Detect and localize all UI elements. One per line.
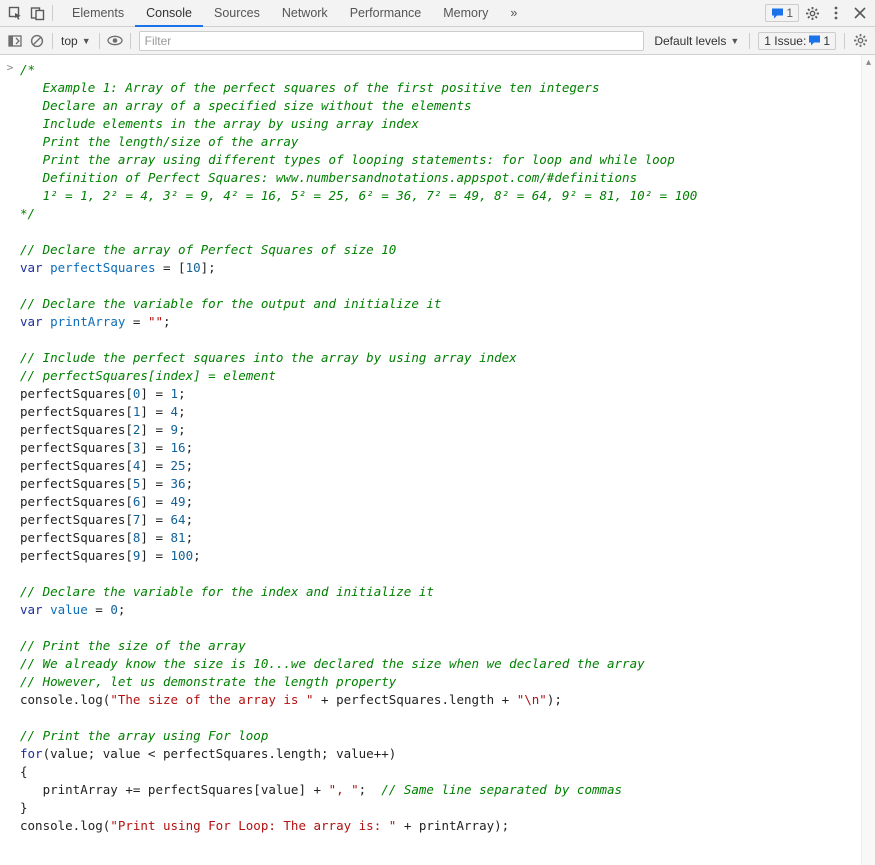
messages-count: 1: [786, 6, 793, 20]
number: 81: [171, 530, 186, 545]
comment: // perfectSquares[index] = element: [20, 368, 276, 383]
settings-gear-icon[interactable]: [801, 2, 823, 24]
number: 4: [171, 404, 179, 419]
comment: 1² = 1, 2² = 4, 3² = 9, 4² = 16, 5² = 25…: [20, 188, 697, 203]
identifier: printArray: [50, 314, 125, 329]
comment: // Print the size of the array: [20, 638, 246, 653]
comment: Include elements in the array by using a…: [20, 116, 419, 131]
context-selector[interactable]: top ▼: [57, 34, 95, 48]
keyword: var: [20, 260, 43, 275]
separator: [99, 33, 100, 49]
dropdown-triangle-icon: ▼: [82, 36, 91, 46]
tab-overflow[interactable]: »: [499, 0, 528, 27]
string: "\n": [517, 692, 547, 707]
issues-count: 1: [823, 34, 830, 48]
scroll-up-arrow-icon[interactable]: ▴: [862, 57, 875, 68]
identifier: perfectSquares: [50, 260, 155, 275]
toggle-sidebar-icon[interactable]: [4, 30, 26, 52]
separator: [844, 33, 845, 49]
comment: /*: [20, 62, 35, 77]
separator: [52, 5, 53, 21]
tab-memory[interactable]: Memory: [432, 0, 499, 27]
device-toggle-icon[interactable]: [26, 2, 48, 24]
string: ", ": [329, 782, 359, 797]
live-expression-icon[interactable]: [104, 30, 126, 52]
number: 7: [133, 512, 141, 527]
number: 9: [171, 422, 179, 437]
number: 64: [171, 512, 186, 527]
tab-network[interactable]: Network: [271, 0, 339, 27]
console-settings-gear-icon[interactable]: [849, 30, 871, 52]
number: 5: [133, 476, 141, 491]
main-tabs: Elements Console Sources Network Perform…: [61, 0, 765, 27]
number: 36: [171, 476, 186, 491]
number: 9: [133, 548, 141, 563]
comment: // Include the perfect squares into the …: [20, 350, 517, 365]
comment: Example 1: Array of the perfect squares …: [20, 80, 599, 95]
number: 4: [133, 458, 141, 473]
number: 25: [171, 458, 186, 473]
close-devtools-icon[interactable]: [849, 2, 871, 24]
number: 100: [171, 548, 194, 563]
tab-sources[interactable]: Sources: [203, 0, 271, 27]
tab-elements[interactable]: Elements: [61, 0, 135, 27]
number: 0: [133, 386, 141, 401]
comment: Print the length/size of the array: [20, 134, 298, 149]
messages-badge[interactable]: 1: [765, 4, 799, 22]
number: 16: [171, 440, 186, 455]
number: 1: [171, 386, 179, 401]
comment: // Print the array using For loop: [20, 728, 268, 743]
number: 49: [171, 494, 186, 509]
console-body: > /* Example 1: Array of the perfect squ…: [0, 55, 875, 865]
kebab-menu-icon[interactable]: [825, 2, 847, 24]
comment: Print the array using different types of…: [20, 152, 675, 167]
keyword: var: [20, 314, 43, 329]
identifier: value: [50, 602, 88, 617]
clear-console-icon[interactable]: [26, 30, 48, 52]
number: 1: [133, 404, 141, 419]
comment: // Declare the variable for the index an…: [20, 584, 434, 599]
console-toolbar: top ▼ Default levels ▼ 1 Issue: 1: [0, 27, 875, 55]
context-label: top: [61, 34, 78, 48]
string: "The size of the array is ": [110, 692, 313, 707]
filter-input[interactable]: [139, 31, 645, 51]
separator: [749, 33, 750, 49]
number: 3: [133, 440, 141, 455]
separator: [52, 33, 53, 49]
vertical-scrollbar[interactable]: ▴: [861, 55, 875, 865]
inspect-icon[interactable]: [4, 2, 26, 24]
number: 10: [186, 260, 201, 275]
keyword: for: [20, 746, 43, 761]
prompt-gutter: >: [0, 55, 20, 865]
string: "Print using For Loop: The array is: ": [110, 818, 396, 833]
comment: // Same line separated by commas: [381, 782, 622, 797]
log-levels-selector[interactable]: Default levels ▼: [648, 34, 745, 48]
number: 2: [133, 422, 141, 437]
comment: Definition of Perfect Squares: www.numbe…: [20, 170, 637, 185]
number: 0: [110, 602, 118, 617]
topbar-right: 1: [765, 2, 871, 24]
comment: Declare an array of a specified size wit…: [20, 98, 472, 113]
string: "": [148, 314, 163, 329]
comment: // Declare the array of Perfect Squares …: [20, 242, 396, 257]
issues-label: 1 Issue:: [764, 34, 806, 48]
comment: // Declare the variable for the output a…: [20, 296, 441, 311]
number: 8: [133, 530, 141, 545]
tab-console[interactable]: Console: [135, 0, 203, 27]
number: 6: [133, 494, 141, 509]
tab-performance[interactable]: Performance: [339, 0, 433, 27]
dropdown-triangle-icon: ▼: [730, 36, 739, 46]
keyword: var: [20, 602, 43, 617]
comment: // We already know the size is 10...we d…: [20, 656, 645, 671]
comment: */: [20, 206, 35, 221]
separator: [130, 33, 131, 49]
comment: // However, let us demonstrate the lengt…: [20, 674, 396, 689]
levels-label: Default levels: [654, 34, 726, 48]
code-block[interactable]: /* Example 1: Array of the perfect squar…: [20, 55, 861, 865]
devtools-topbar: Elements Console Sources Network Perform…: [0, 0, 875, 27]
issues-pill[interactable]: 1 Issue: 1: [758, 32, 836, 50]
